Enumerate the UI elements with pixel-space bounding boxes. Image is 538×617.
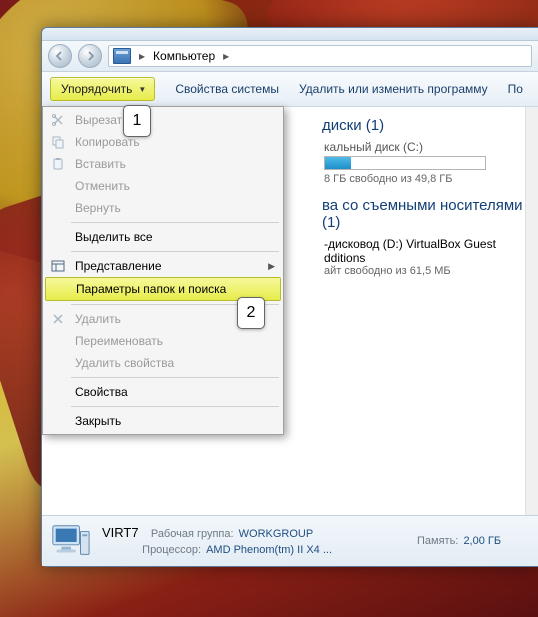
drive-c-freespace: 8 ГБ свободно из 49,8 ГБ xyxy=(324,173,526,185)
organize-button[interactable]: Упорядочить ▼ xyxy=(50,77,155,101)
organize-label: Упорядочить xyxy=(61,82,132,96)
menu-separator xyxy=(71,406,279,407)
cpu-label: Процессор: xyxy=(142,544,201,556)
toolbar-link-truncated[interactable]: По xyxy=(508,82,523,96)
computer-large-icon xyxy=(48,522,92,560)
menu-remove-properties-label: Удалить свойства xyxy=(75,356,174,370)
blank-icon xyxy=(49,178,67,194)
menu-undo-label: Отменить xyxy=(75,179,130,193)
menu-paste-label: Вставить xyxy=(75,157,126,171)
window-frame-top xyxy=(42,28,538,41)
submenu-arrow-icon: ▶ xyxy=(268,261,275,272)
menu-copy-label: Копировать xyxy=(75,135,140,149)
menu-paste[interactable]: Вставить xyxy=(45,153,281,175)
address-bar[interactable]: ▸ Компьютер ▸ xyxy=(108,45,532,67)
menu-close[interactable]: Закрыть xyxy=(45,410,281,432)
menu-rename-label: Переименовать xyxy=(75,334,163,348)
workgroup-label: Рабочая группа: xyxy=(151,528,234,540)
computer-icon xyxy=(113,48,131,64)
nav-back-button[interactable] xyxy=(48,44,72,68)
blank-icon xyxy=(49,200,67,216)
menu-redo[interactable]: Вернуть xyxy=(45,197,281,219)
dvd-drive-label-line2: dditions xyxy=(324,251,526,265)
dvd-drive-label[interactable]: -дисковод (D:) VirtualBox Guest xyxy=(324,237,526,251)
vertical-scrollbar[interactable] xyxy=(525,107,538,515)
blank-icon xyxy=(49,229,67,245)
menu-remove-properties[interactable]: Удалить свойства xyxy=(45,352,281,374)
command-bar: Упорядочить ▼ Свойства системы Удалить и… xyxy=(42,72,538,107)
details-pane: VIRT7 Рабочая группа: WORKGROUP VIRT7 Пр… xyxy=(42,515,538,566)
menu-layout[interactable]: Представление ▶ xyxy=(45,255,281,277)
scissors-icon xyxy=(49,112,67,128)
menu-separator xyxy=(71,222,279,223)
cpu-value: AMD Phenom(tm) II X4 ... xyxy=(206,544,332,556)
menu-undo[interactable]: Отменить xyxy=(45,175,281,197)
layout-icon xyxy=(49,258,67,274)
drive-c-usage-bar xyxy=(324,156,486,170)
navigation-bar: ▸ Компьютер ▸ xyxy=(42,41,538,72)
menu-folder-options-label: Параметры папок и поиска xyxy=(76,282,226,296)
blank-icon xyxy=(49,333,67,349)
menu-cut-label: Вырезать xyxy=(75,113,128,127)
computer-name: VIRT7 xyxy=(102,525,139,540)
memory-value: 2,00 ГБ xyxy=(463,535,501,547)
menu-select-all-label: Выделить все xyxy=(75,230,153,244)
blank-icon xyxy=(49,384,67,400)
paste-icon xyxy=(49,156,67,172)
menu-redo-label: Вернуть xyxy=(75,201,121,215)
menu-layout-label: Представление xyxy=(75,259,162,273)
breadcrumb-arrow-icon: ▸ xyxy=(221,49,231,63)
menu-close-label: Закрыть xyxy=(75,414,121,428)
menu-delete-label: Удалить xyxy=(75,312,121,326)
dvd-drive-freespace: айт свободно из 61,5 МБ xyxy=(324,265,526,277)
copy-icon xyxy=(49,134,67,150)
menu-rename[interactable]: Переименовать xyxy=(45,330,281,352)
section-hard-disks: диски (1) xyxy=(322,117,526,134)
section-removable: ва со съемными носителями (1) xyxy=(322,197,526,231)
breadcrumb-arrow-icon: ▸ xyxy=(137,49,147,63)
blank-icon xyxy=(49,355,67,371)
menu-select-all[interactable]: Выделить все xyxy=(45,226,281,248)
menu-separator xyxy=(71,251,279,252)
drive-c-label[interactable]: кальный диск (C:) xyxy=(324,140,526,154)
annotation-callout-1: 1 xyxy=(123,105,151,137)
workgroup-value: WORKGROUP xyxy=(239,528,314,540)
menu-copy[interactable]: Копировать xyxy=(45,131,281,153)
toolbar-uninstall-program[interactable]: Удалить или изменить программу xyxy=(299,82,488,96)
blank-icon xyxy=(50,281,68,297)
menu-separator xyxy=(71,377,279,378)
memory-label: Память: xyxy=(417,535,458,547)
nav-forward-button[interactable] xyxy=(78,44,102,68)
blank-icon xyxy=(49,413,67,429)
delete-icon xyxy=(49,311,67,327)
breadcrumb-computer[interactable]: Компьютер xyxy=(153,49,215,63)
menu-cut[interactable]: Вырезать xyxy=(45,109,281,131)
desktop-background: ▸ Компьютер ▸ Упорядочить ▼ Свойства сис… xyxy=(0,0,538,617)
annotation-callout-2: 2 xyxy=(237,297,265,329)
toolbar-system-properties[interactable]: Свойства системы xyxy=(175,82,279,96)
organize-dropdown-menu: Вырезать Копировать Вставить Отменить Ве… xyxy=(42,106,284,435)
menu-properties-label: Свойства xyxy=(75,385,128,399)
chevron-down-icon: ▼ xyxy=(138,87,146,92)
menu-properties[interactable]: Свойства xyxy=(45,381,281,403)
